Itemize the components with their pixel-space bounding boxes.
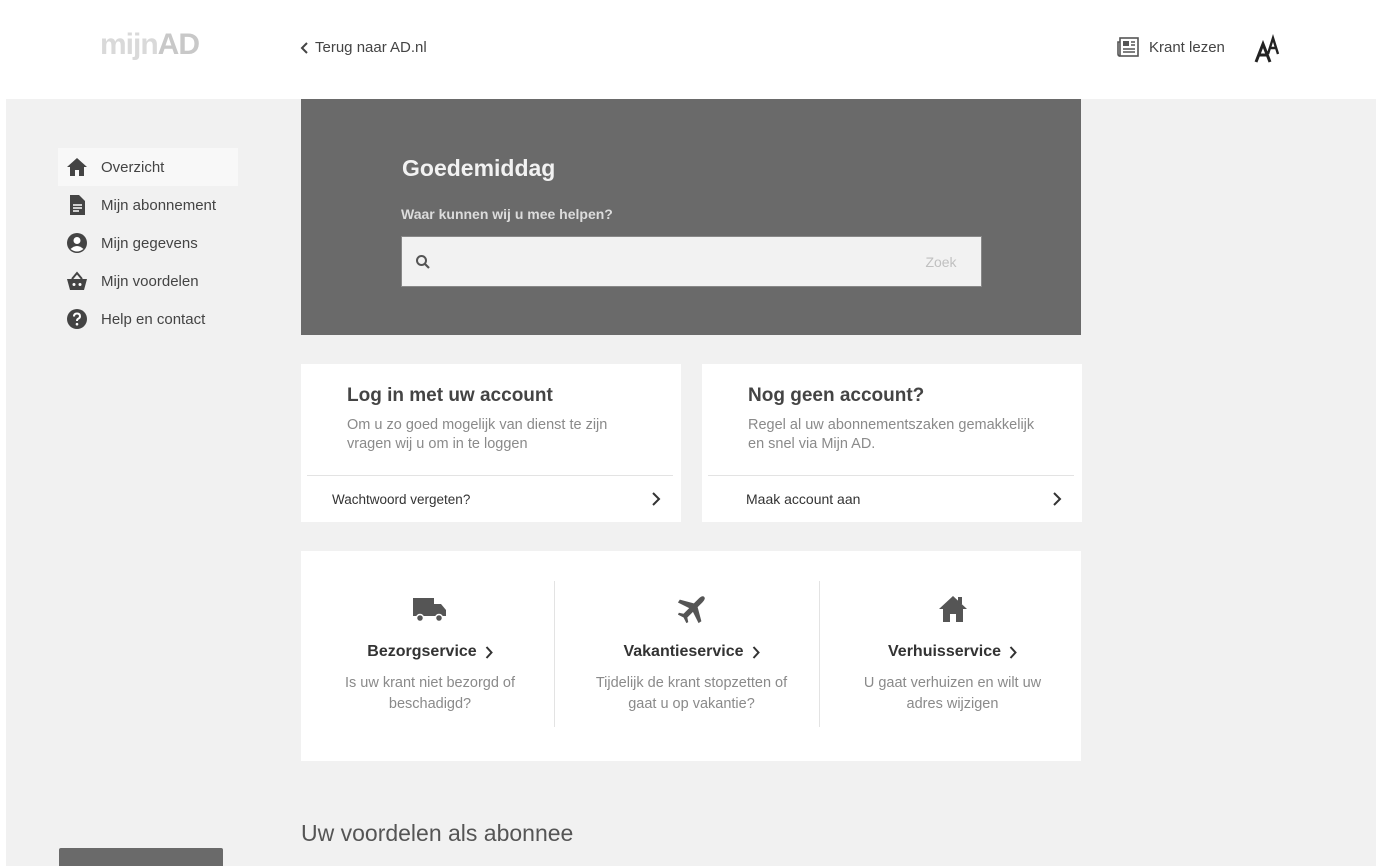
chevron-right-icon (1053, 492, 1062, 506)
sidebar-item-label: Help en contact (101, 310, 206, 328)
sidebar-item-label: Mijn voordelen (101, 272, 199, 290)
back-link-label: Terug naar AD.nl (315, 39, 427, 56)
mijn-ad-logo[interactable]: mijnAD (100, 28, 200, 62)
sidebar-item-help[interactable]: Help en contact (58, 300, 238, 338)
search-icon (416, 254, 430, 269)
chevron-right-icon (652, 492, 661, 506)
page-frame: mijnAD Terug naar AD.nl Krant lezen Over… (6, 6, 1376, 866)
top-bar: mijnAD Terug naar AD.nl Krant lezen (6, 6, 1376, 99)
login-card-title: Log in met uw account (347, 385, 553, 406)
benefits-section-title: Uw voordelen als abonnee (301, 820, 574, 846)
service-description: Tijdelijk de krant stopzetten of gaat u … (595, 675, 788, 712)
service-title-label: Vakantieservice (623, 643, 744, 660)
truck-icon (301, 593, 559, 625)
service-title-label: Bezorgservice (367, 643, 477, 660)
new-account-card: Nog geen account? Regel al uw abonnement… (702, 364, 1082, 522)
login-card: Log in met uw account Om u zo goed mogel… (301, 364, 681, 522)
sidebar-item-label: Overzicht (101, 158, 165, 176)
sidebar-item-label: Mijn abonnement (101, 196, 217, 214)
sidebar-item-label: Mijn gegevens (101, 234, 198, 252)
sidebar-item-voordelen[interactable]: Mijn voordelen (58, 262, 238, 300)
krant-lezen-label: Krant lezen (1149, 38, 1225, 56)
create-account-link[interactable]: Maak account aan (702, 476, 1082, 522)
sidebar-item-abonnement[interactable]: Mijn abonnement (58, 186, 238, 224)
user-circle-icon (66, 232, 88, 254)
login-card-text: Om u zo goed mogelijk van dienst te zijn… (347, 417, 608, 452)
divider (554, 581, 555, 727)
search-button[interactable]: Zoek (901, 237, 981, 286)
chevron-right-icon (1009, 645, 1017, 659)
chevron-right-icon (485, 645, 493, 659)
service-title: Vakantieservice (559, 643, 824, 661)
service-vakantieservice[interactable]: Vakantieservice Tijdelijk de krant stopz… (559, 581, 824, 727)
basket-icon (66, 270, 88, 292)
back-to-ad-link[interactable]: Terug naar AD.nl (300, 39, 427, 56)
newspaper-icon (1117, 37, 1139, 57)
service-title: Verhuisservice (824, 643, 1081, 661)
question-icon (66, 308, 88, 330)
new-account-title: Nog geen account? (748, 385, 925, 406)
chevron-left-icon (300, 41, 308, 54)
krant-lezen-link[interactable]: Krant lezen (1117, 37, 1225, 57)
divider (819, 581, 820, 727)
font-size-toggle[interactable] (1254, 33, 1282, 64)
logo-suffix: AD (157, 28, 200, 61)
service-description: Is uw krant niet bezorgd of beschadigd? (344, 675, 516, 712)
greeting-title: Goedemiddag (402, 155, 556, 181)
hero-banner: Goedemiddag Waar kunnen wij u mee helpen… (301, 99, 1081, 335)
font-size-icon (1254, 33, 1280, 63)
sidebar-item-gegevens[interactable]: Mijn gegevens (58, 224, 238, 262)
service-description: U gaat verhuizen en wilt uw adres wijzig… (863, 675, 1042, 712)
house-icon (824, 593, 1081, 625)
forgot-password-label: Wachtwoord vergeten? (332, 491, 471, 507)
forgot-password-link[interactable]: Wachtwoord vergeten? (301, 476, 681, 522)
create-account-label: Maak account aan (746, 491, 861, 507)
sidebar-nav: Overzicht Mijn abonnement Mijn gegevens … (58, 148, 238, 338)
service-title: Bezorgservice (301, 643, 559, 661)
logo-prefix: mijn (100, 28, 159, 61)
home-icon (66, 156, 88, 178)
new-account-text: Regel al uw abonnementszaken gemakkelijk… (748, 417, 1035, 452)
services-panel: Bezorgservice Is uw krant niet bezorgd o… (301, 551, 1081, 761)
search-bar: Zoek (401, 236, 982, 287)
service-title-label: Verhuisservice (888, 643, 1001, 660)
service-verhuisservice[interactable]: Verhuisservice U gaat verhuizen en wilt … (824, 581, 1081, 727)
document-icon (66, 194, 88, 216)
plane-icon (559, 593, 824, 625)
chevron-right-icon (752, 645, 760, 659)
help-question: Waar kunnen wij u mee helpen? (401, 206, 613, 222)
sidebar-item-overzicht[interactable]: Overzicht (58, 148, 238, 186)
search-input[interactable] (441, 237, 901, 286)
service-bezorgservice[interactable]: Bezorgservice Is uw krant niet bezorgd o… (301, 581, 559, 727)
chat-widget-tab[interactable] (59, 848, 223, 866)
